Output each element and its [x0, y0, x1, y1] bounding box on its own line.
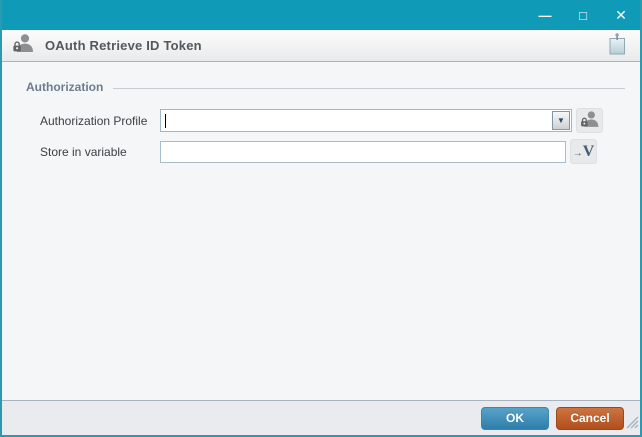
dialog-content: Authorization Authorization Profile ▼: [2, 62, 640, 400]
chevron-down-icon: ▼: [557, 117, 565, 125]
user-lock-icon: [11, 32, 36, 59]
form-row-authorization-profile: Authorization Profile ▼: [40, 108, 625, 133]
ok-button[interactable]: OK: [481, 407, 549, 430]
combobox-dropdown-button[interactable]: ▼: [552, 111, 570, 130]
insert-variable-button[interactable]: →V: [570, 139, 597, 164]
maximize-button[interactable]: □: [564, 0, 602, 30]
dialog-window: — □ ✕ OAuth Retrieve ID Token: [0, 0, 642, 437]
dialog-footer: OK Cancel: [2, 400, 640, 435]
close-icon: ✕: [615, 7, 627, 24]
close-button[interactable]: ✕: [602, 0, 640, 30]
section-divider: [113, 88, 625, 89]
cancel-button[interactable]: Cancel: [556, 407, 624, 430]
user-lock-icon: [579, 109, 601, 132]
text-cursor: [165, 114, 166, 128]
dialog-header: OAuth Retrieve ID Token: [2, 30, 640, 62]
note-icon: [607, 32, 627, 60]
section-title: Authorization: [26, 80, 103, 94]
titlebar[interactable]: — □ ✕: [2, 0, 640, 30]
maximize-icon: □: [579, 8, 587, 23]
insert-variable-icon: →V: [573, 144, 595, 160]
section-authorization: Authorization: [26, 80, 625, 94]
minimize-icon: —: [539, 8, 552, 23]
notes-button[interactable]: [604, 33, 630, 59]
dialog-title: OAuth Retrieve ID Token: [45, 38, 202, 53]
resize-grip[interactable]: [626, 416, 639, 434]
authorization-profile-label: Authorization Profile: [40, 114, 160, 128]
store-in-variable-label: Store in variable: [40, 145, 160, 159]
select-authorization-profile-button[interactable]: [576, 108, 603, 133]
minimize-button[interactable]: —: [526, 0, 564, 30]
store-in-variable-input[interactable]: [160, 141, 566, 163]
form-row-store-in-variable: Store in variable →V: [40, 139, 625, 164]
authorization-profile-combobox[interactable]: ▼: [160, 109, 572, 132]
